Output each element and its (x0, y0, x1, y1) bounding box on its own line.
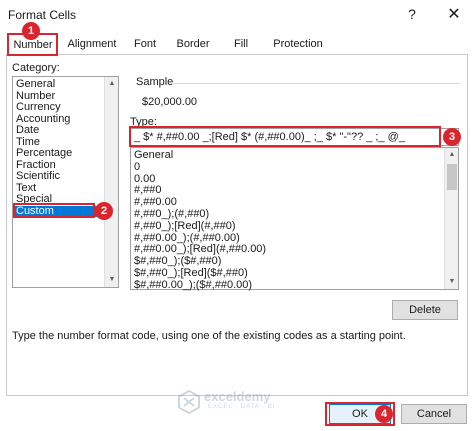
cancel-button[interactable]: Cancel (401, 404, 467, 424)
format-code-list[interactable]: General 0 0.00 #,##0 #,##0.00 #,##0_);(#… (130, 147, 459, 291)
category-item-general[interactable]: General (16, 78, 55, 91)
watermark-name: exceldemy (204, 389, 271, 404)
category-item-percentage[interactable]: Percentage (16, 147, 72, 160)
format-code-item[interactable]: #,##0.00_);(#,##0.00) (134, 232, 240, 244)
format-code-item[interactable]: $#,##0_);($#,##0) (134, 255, 221, 267)
step-badge-1: 1 (22, 22, 40, 40)
close-icon[interactable]: ✕ (444, 4, 464, 24)
tab-protection[interactable]: Protection (264, 35, 332, 55)
category-label: Category: (12, 62, 60, 74)
sample-value: $20,000.00 (142, 96, 198, 108)
scroll-up-arrow-icon[interactable]: ▲ (445, 148, 459, 162)
exceldemy-logo-icon (178, 390, 200, 414)
format-code-item[interactable]: $#,##0_);[Red]($#,##0) (134, 267, 248, 279)
step-badge-4: 4 (375, 405, 393, 423)
highlight-type-input (129, 126, 441, 147)
format-code-item[interactable]: #,##0_);(#,##0) (134, 208, 209, 220)
tab-fill[interactable]: Fill (228, 35, 254, 55)
title-bar: Format Cells ? ✕ (0, 0, 474, 30)
category-item-date[interactable]: Date (16, 124, 39, 137)
step-badge-2: 2 (95, 202, 113, 220)
format-code-item[interactable]: #,##0_);[Red](#,##0) (134, 220, 236, 232)
format-code-item[interactable]: #,##0.00 (134, 196, 177, 208)
format-code-item[interactable]: General (134, 149, 173, 161)
format-list-scrollbar[interactable]: ▲ ▼ (444, 148, 458, 289)
category-scrollbar[interactable]: ▲ ▼ (104, 77, 118, 287)
scroll-up-arrow-icon[interactable]: ▲ (105, 77, 119, 91)
scroll-down-arrow-icon[interactable]: ▼ (105, 273, 119, 287)
highlight-custom-category (13, 203, 95, 218)
format-code-item[interactable]: 0.00 (134, 173, 155, 185)
tab-strip: Number Alignment Font Border Fill Protec… (6, 33, 468, 55)
category-list[interactable]: General Number Currency Accounting Date … (12, 76, 119, 288)
step-badge-3: 3 (443, 128, 461, 146)
format-code-item[interactable]: 0 (134, 161, 140, 173)
sample-label: Sample (136, 76, 174, 88)
dialog-title: Format Cells (8, 8, 77, 22)
format-code-item[interactable]: #,##0.00_);[Red](#,##0.00) (134, 243, 266, 255)
format-code-item[interactable]: #,##0 (134, 184, 162, 196)
sample-divider (172, 83, 460, 84)
exceldemy-watermark: exceldemy EXCEL · DATA · BI (178, 387, 308, 417)
scroll-down-arrow-icon[interactable]: ▼ (445, 275, 459, 289)
delete-button[interactable]: Delete (392, 300, 458, 320)
tab-border[interactable]: Border (170, 35, 216, 55)
help-icon[interactable]: ? (404, 6, 420, 24)
format-code-item[interactable]: $#,##0.00_);($#,##0.00) (134, 279, 252, 291)
watermark-tagline: EXCEL · DATA · BI (208, 404, 276, 410)
category-item-scientific[interactable]: Scientific (16, 170, 60, 183)
tab-alignment[interactable]: Alignment (62, 35, 122, 55)
tab-font[interactable]: Font (128, 35, 162, 55)
category-item-currency[interactable]: Currency (16, 101, 61, 114)
description-text: Type the number format code, using one o… (12, 330, 406, 342)
scroll-thumb[interactable] (447, 164, 457, 190)
